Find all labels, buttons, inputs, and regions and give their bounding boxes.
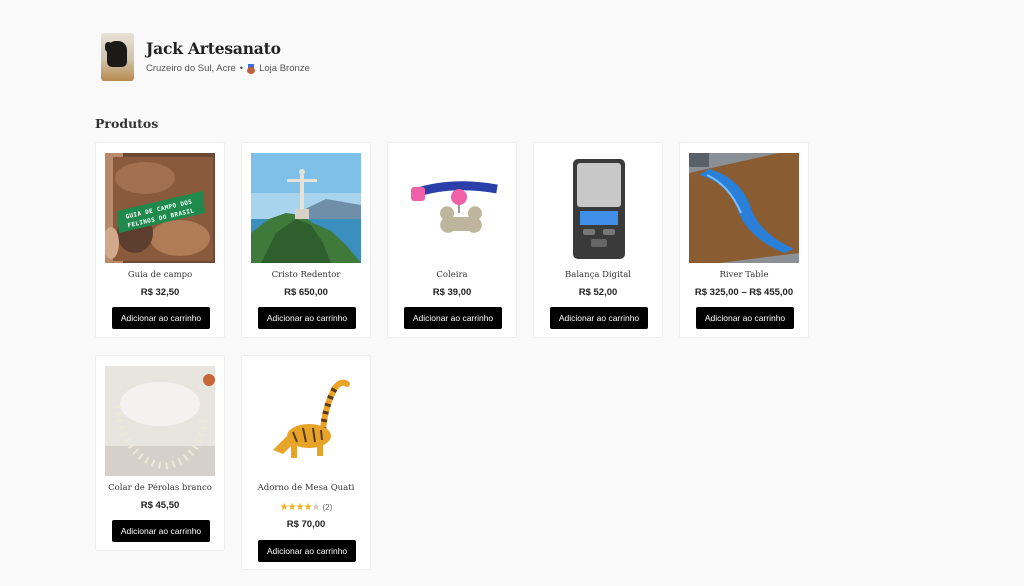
- store-meta: Cruzeiro do Sul, Acre • Loja Bronze: [146, 63, 310, 74]
- store-tier: Loja Bronze: [259, 63, 310, 74]
- rating-stars-icon: ★★★★★: [279, 502, 321, 513]
- product-image[interactable]: [251, 366, 361, 476]
- review-count[interactable]: (2): [323, 503, 333, 512]
- product-card[interactable]: Adorno de Mesa Quati ★★★★★ (2) R$ 70,00 …: [241, 355, 371, 570]
- product-name[interactable]: Adorno de Mesa Quati: [242, 483, 370, 493]
- store-info: Jack Artesanato Cruzeiro do Sul, Acre • …: [146, 33, 310, 74]
- add-to-cart-button[interactable]: Adicionar ao carrinho: [696, 307, 794, 329]
- product-rating[interactable]: ★★★★★ (2): [242, 502, 370, 513]
- product-card[interactable]: GUIA DE CAMPO DOS FELINOS DO BRASIL Guia…: [95, 142, 225, 338]
- product-card[interactable]: Balança Digital R$ 52,00 Adicionar ao ca…: [533, 142, 663, 338]
- product-name[interactable]: River Table: [680, 270, 808, 280]
- product-image[interactable]: [689, 153, 799, 263]
- product-card[interactable]: Coleira R$ 39,00 Adicionar ao carrinho: [387, 142, 517, 338]
- store-location: Cruzeiro do Sul, Acre: [146, 63, 236, 74]
- products-section-title: Produtos: [95, 116, 159, 131]
- store-header: Jack Artesanato Cruzeiro do Sul, Acre • …: [101, 33, 310, 81]
- product-name[interactable]: Colar de Pérolas branco: [96, 483, 224, 493]
- meta-separator: •: [239, 63, 244, 74]
- product-name[interactable]: Cristo Redentor: [242, 270, 370, 280]
- product-price: R$ 32,50: [140, 287, 180, 298]
- product-card[interactable]: Colar de Pérolas branco R$ 45,50 Adicion…: [95, 355, 225, 551]
- add-to-cart-button[interactable]: Adicionar ao carrinho: [258, 307, 356, 329]
- product-image[interactable]: [251, 153, 361, 263]
- add-to-cart-button[interactable]: Adicionar ao carrinho: [404, 307, 502, 329]
- product-price: R$ 39,00: [432, 287, 472, 298]
- book-cover-title: GUIA DE CAMPO DOS FELINOS DO BRASIL: [124, 198, 196, 229]
- medal-icon: [247, 63, 256, 74]
- product-name[interactable]: Balança Digital: [534, 270, 662, 280]
- product-price: R$ 70,00: [286, 519, 326, 530]
- product-name[interactable]: Coleira: [388, 270, 516, 280]
- product-card[interactable]: River Table R$ 325,00 – R$ 455,00 Adicio…: [679, 142, 809, 338]
- product-price: R$ 52,00: [578, 287, 618, 298]
- store-avatar[interactable]: [101, 33, 134, 81]
- product-image[interactable]: GUIA DE CAMPO DOS FELINOS DO BRASIL: [105, 153, 215, 263]
- add-to-cart-button[interactable]: Adicionar ao carrinho: [258, 540, 356, 562]
- store-name[interactable]: Jack Artesanato: [146, 39, 310, 58]
- add-to-cart-button[interactable]: Adicionar ao carrinho: [112, 307, 210, 329]
- add-to-cart-button[interactable]: Adicionar ao carrinho: [550, 307, 648, 329]
- product-image[interactable]: [105, 366, 215, 476]
- product-price: R$ 650,00: [284, 287, 328, 298]
- product-name[interactable]: Guia de campo: [96, 270, 224, 280]
- product-card[interactable]: Cristo Redentor R$ 650,00 Adicionar ao c…: [241, 142, 371, 338]
- product-image[interactable]: [543, 153, 653, 263]
- product-price: R$ 325,00 – R$ 455,00: [694, 287, 794, 298]
- product-price: R$ 45,50: [140, 500, 180, 511]
- add-to-cart-button[interactable]: Adicionar ao carrinho: [112, 520, 210, 542]
- product-image[interactable]: [397, 153, 507, 263]
